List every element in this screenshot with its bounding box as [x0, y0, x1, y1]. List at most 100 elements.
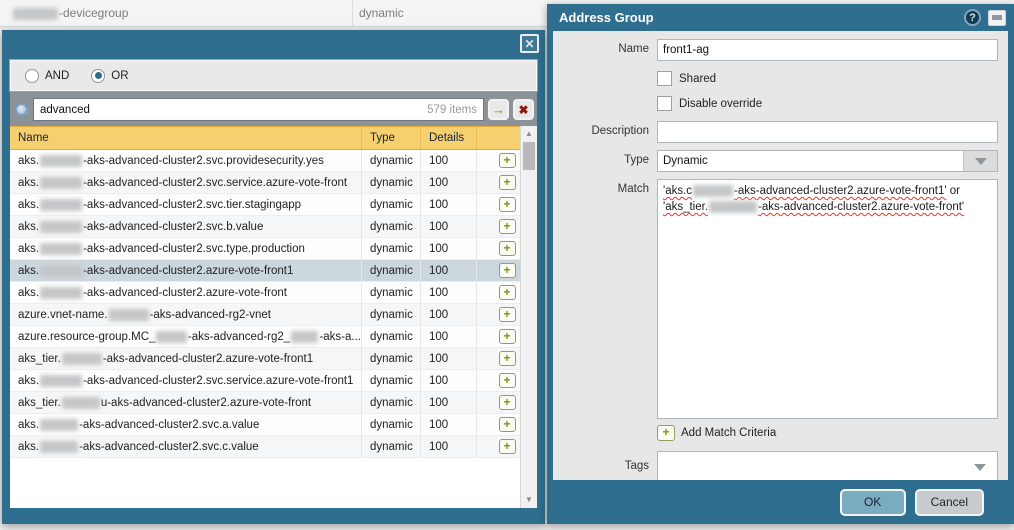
name-field[interactable]	[657, 39, 998, 61]
row-details: 100	[421, 150, 477, 171]
search-submit-button[interactable]: →	[488, 99, 509, 120]
add-row-button[interactable]: +	[499, 439, 516, 454]
add-row-button[interactable]: +	[499, 219, 516, 234]
description-label: Description	[553, 121, 657, 137]
operator-panel: AND OR	[10, 60, 537, 91]
description-field[interactable]	[657, 121, 998, 143]
redacted-text	[40, 155, 82, 167]
add-row-button[interactable]: +	[499, 285, 516, 300]
table-row[interactable]: aks_tier.-aks-advanced-cluster2.azure-vo…	[10, 348, 537, 370]
add-row-button[interactable]: +	[499, 329, 516, 344]
add-match-criteria-button[interactable]: + Add Match Criteria	[657, 425, 998, 441]
chevron-down-icon[interactable]	[963, 452, 997, 480]
row-type: dynamic	[362, 150, 421, 171]
redacted-text	[40, 221, 82, 233]
background-row-name: -devicegroup	[0, 6, 352, 20]
match-criteria-picker-dialog: ✕ AND OR 579 items → ✖ Name Type Details …	[2, 30, 545, 524]
tags-dropdown[interactable]	[657, 451, 998, 480]
window-icon[interactable]	[988, 10, 1006, 26]
table-row[interactable]: aks.-aks-advanced-cluster2.svc.tier.stag…	[10, 194, 537, 216]
scrollbar[interactable]: ▲ ▼	[520, 126, 537, 508]
table-row[interactable]: azure.resource-group.MC_-aks-advanced-rg…	[10, 326, 537, 348]
add-row-button[interactable]: +	[499, 197, 516, 212]
shared-checkbox[interactable]	[657, 71, 672, 86]
row-type: dynamic	[362, 282, 421, 303]
row-type: dynamic	[362, 348, 421, 369]
disable-override-checkbox-row[interactable]: Disable override	[657, 96, 998, 111]
row-type: dynamic	[362, 194, 421, 215]
column-header-type[interactable]: Type	[362, 127, 421, 149]
tags-label: Tags	[553, 451, 657, 472]
shared-checkbox-row[interactable]: Shared	[657, 71, 998, 86]
scroll-down-icon[interactable]: ▼	[521, 495, 537, 504]
add-row-button[interactable]: +	[499, 373, 516, 388]
add-row-button[interactable]: +	[499, 241, 516, 256]
add-match-criteria-label: Add Match Criteria	[681, 427, 776, 439]
table-row[interactable]: aks.-aks-advanced-cluster2.svc.b.valuedy…	[10, 216, 537, 238]
radio-icon[interactable]	[25, 69, 39, 83]
table-row[interactable]: aks.-aks-advanced-cluster2.svc.c.valuedy…	[10, 436, 537, 458]
add-row-button[interactable]: +	[499, 153, 516, 168]
search-clear-button[interactable]: ✖	[513, 99, 534, 120]
redacted-text	[291, 331, 318, 343]
operator-radio-and[interactable]: AND	[25, 69, 69, 83]
table-row[interactable]: azure.vnet-name.-aks-advanced-rg2-vnetdy…	[10, 304, 537, 326]
row-details: 100	[421, 238, 477, 259]
redacted-text	[40, 419, 78, 431]
scroll-up-icon[interactable]: ▲	[521, 129, 537, 138]
radio-icon[interactable]	[91, 69, 105, 83]
cancel-button[interactable]: Cancel	[915, 489, 984, 516]
row-type: dynamic	[362, 260, 421, 281]
row-type: dynamic	[362, 370, 421, 391]
row-details: 100	[421, 392, 477, 413]
chevron-down-icon[interactable]	[963, 151, 997, 171]
redacted-text	[109, 309, 149, 321]
search-bar: 579 items → ✖	[10, 93, 537, 126]
add-row-button[interactable]: +	[499, 307, 516, 322]
scrollbar-thumb[interactable]	[523, 142, 535, 170]
disable-override-checkbox[interactable]	[657, 96, 672, 111]
table-row[interactable]: aks.-aks-advanced-cluster2.azure-vote-fr…	[10, 260, 537, 282]
add-row-button[interactable]: +	[499, 351, 516, 366]
table-row[interactable]: aks.-aks-advanced-cluster2.azure-vote-fr…	[10, 282, 537, 304]
table-row[interactable]: aks.-aks-advanced-cluster2.svc.a.valuedy…	[10, 414, 537, 436]
redacted-text	[40, 265, 82, 277]
close-icon[interactable]: ✕	[520, 34, 539, 53]
row-details: 100	[421, 172, 477, 193]
redacted-text	[40, 287, 82, 299]
add-row-button[interactable]: +	[499, 395, 516, 410]
add-row-button[interactable]: +	[499, 417, 516, 432]
row-name: aks_tier.-aks-advanced-cluster2.azure-vo…	[10, 348, 362, 369]
row-details: 100	[421, 282, 477, 303]
search-input[interactable]	[40, 104, 427, 116]
column-header-name[interactable]: Name	[10, 127, 362, 149]
table-row[interactable]: aks.-aks-advanced-cluster2.svc.service.a…	[10, 370, 537, 392]
results-table: Name Type Details aks.-aks-advanced-clus…	[10, 126, 537, 508]
table-row[interactable]: aks.-aks-advanced-cluster2.svc.service.a…	[10, 172, 537, 194]
ok-button[interactable]: OK	[840, 489, 906, 516]
help-icon[interactable]: ?	[964, 9, 981, 26]
disable-override-label: Disable override	[679, 98, 762, 110]
match-line: 'aks_tier.-aks-advanced-cluster2.azure-v…	[663, 199, 992, 215]
table-body: aks.-aks-advanced-cluster2.svc.providese…	[10, 150, 537, 508]
search-field: 579 items	[33, 98, 484, 121]
redacted-text	[40, 177, 82, 189]
row-type: dynamic	[362, 304, 421, 325]
table-row[interactable]: aks.-aks-advanced-cluster2.svc.type.prod…	[10, 238, 537, 260]
row-name: aks.-aks-advanced-cluster2.svc.service.a…	[10, 172, 362, 193]
table-row[interactable]: aks_tier.u-aks-advanced-cluster2.azure-v…	[10, 392, 537, 414]
address-group-dialog: Address Group ? Name Shared Disable over…	[547, 4, 1014, 524]
table-row[interactable]: aks.-aks-advanced-cluster2.svc.providese…	[10, 150, 537, 172]
search-icon	[14, 102, 29, 117]
dialog-title: Address Group	[559, 10, 654, 25]
type-dropdown[interactable]: Dynamic	[657, 150, 998, 172]
add-row-button[interactable]: +	[499, 263, 516, 278]
plus-icon: +	[657, 425, 675, 441]
operator-radio-or[interactable]: OR	[91, 69, 128, 83]
row-name: azure.vnet-name.-aks-advanced-rg2-vnet	[10, 304, 362, 325]
column-header-details[interactable]: Details	[421, 127, 477, 149]
shared-label: Shared	[679, 73, 716, 85]
row-name: aks.-aks-advanced-cluster2.svc.type.prod…	[10, 238, 362, 259]
match-field[interactable]: 'aks.c-aks-advanced-cluster2.azure-vote-…	[657, 179, 998, 419]
add-row-button[interactable]: +	[499, 175, 516, 190]
